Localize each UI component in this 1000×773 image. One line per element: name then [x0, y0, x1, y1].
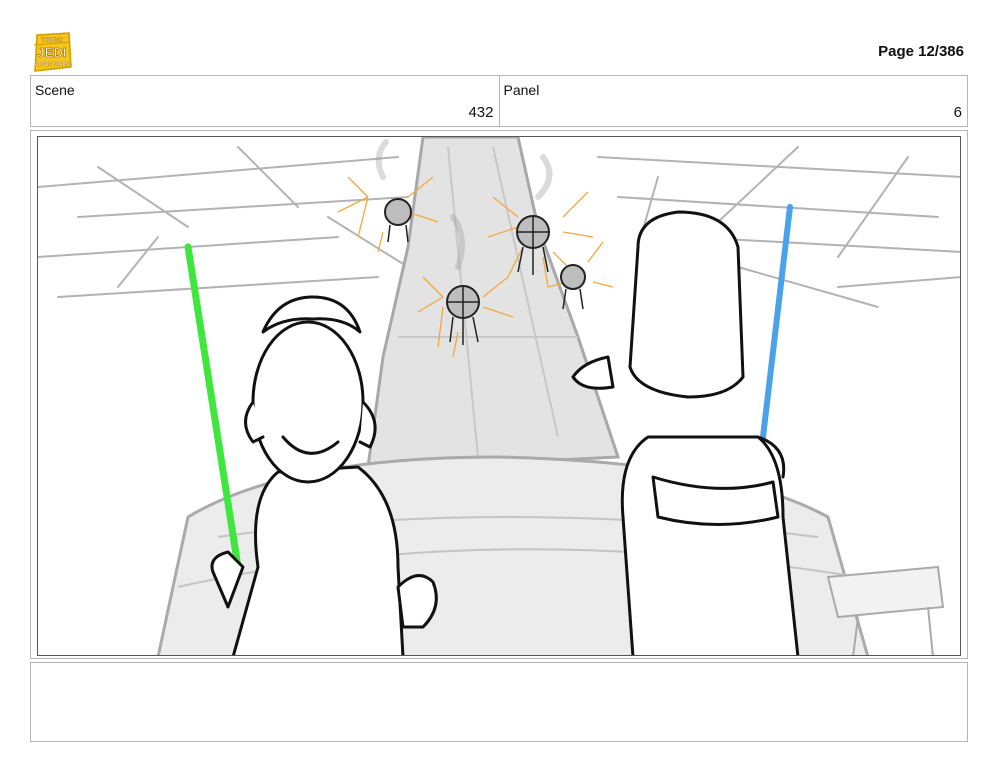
panel-number: 6: [953, 104, 962, 121]
panel-notes: [30, 662, 968, 742]
panel-label: Panel: [503, 82, 540, 98]
storyboard-sketch: [38, 137, 960, 655]
scene-panel-info: Scene 432 Panel 6: [30, 75, 968, 127]
scene-cell: Scene 432: [31, 76, 499, 126]
scene-label: Scene: [35, 82, 75, 98]
storyboard-drawing: [37, 136, 961, 656]
panel-cell: Panel 6: [498, 76, 968, 126]
scene-number: 432: [468, 104, 494, 121]
logo-line-2: JEDI: [38, 45, 67, 60]
jedi-show-logo-icon: YOUNG JEDI ADVENTURES: [33, 32, 72, 72]
logo-line-1: YOUNG: [41, 38, 63, 44]
logo-line-3: ADVENTURES: [35, 62, 70, 68]
page-number: Page 12/386: [878, 43, 964, 60]
